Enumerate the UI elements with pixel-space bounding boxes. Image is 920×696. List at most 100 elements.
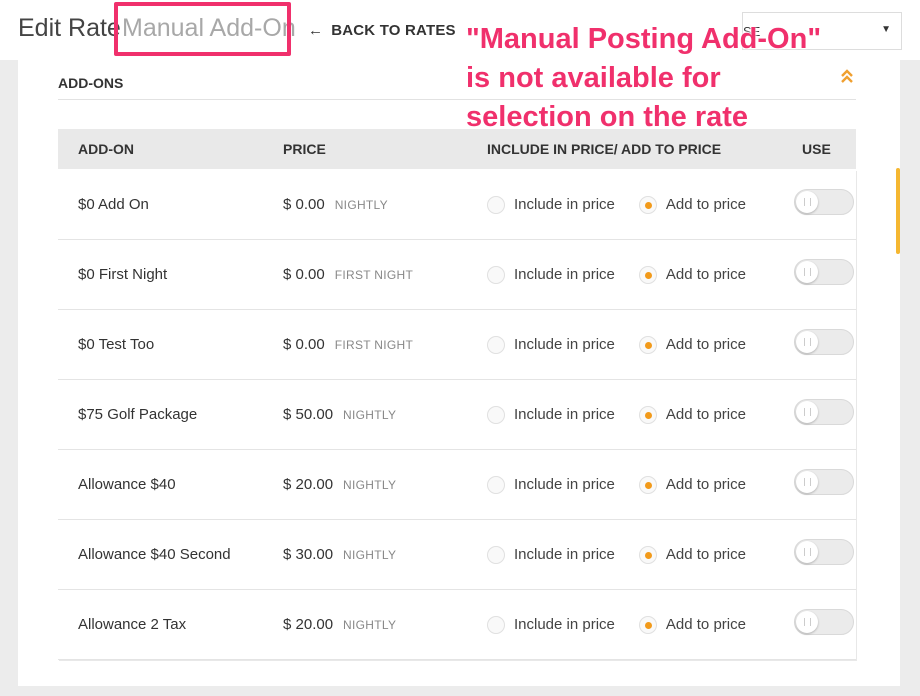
addon-name-text: $0 Add On (78, 196, 149, 213)
add-to-price-radio[interactable]: Add to price (638, 195, 746, 214)
price-value: $ 20.00 (283, 616, 334, 633)
include-in-price-radio[interactable]: Include in price (487, 335, 615, 354)
addons-card: ADD-ONS ADD-ON PRICE INCLUDE IN PRICE/ A… (18, 60, 900, 686)
use-toggle[interactable] (794, 399, 854, 425)
include-in-price-radio[interactable]: Include in price (487, 265, 615, 284)
add-to-price-radio[interactable]: Add to price (638, 265, 746, 284)
table-row: Allowance $40 Second $ 30.00 NIGHTLY Inc… (58, 520, 856, 590)
scrollbar-thumb[interactable] (896, 168, 900, 254)
price-mode-radios: Include in price Add to price (487, 450, 760, 519)
use-toggle[interactable] (794, 609, 854, 635)
price-value: $ 20.00 (283, 476, 334, 493)
include-in-price-radio[interactable]: Include in price (487, 615, 615, 634)
annotation-line: "Manual Posting Add-On" (466, 23, 822, 55)
radio-circle[interactable] (487, 475, 505, 494)
radio-circle[interactable] (638, 475, 657, 494)
addon-name-text: Allowance $40 Second (78, 546, 231, 563)
add-to-price-radio[interactable]: Add to price (638, 405, 746, 424)
addon-price: $ 0.00 FIRST NIGHT (283, 240, 413, 309)
addon-name-text: $0 First Night (78, 266, 168, 283)
price-frequency: FIRST NIGHT (334, 337, 414, 352)
radio-circle[interactable] (487, 335, 505, 354)
radio-circle[interactable] (638, 265, 657, 284)
col-include: INCLUDE IN PRICE/ ADD TO PRICE (487, 141, 722, 157)
use-toggle[interactable] (794, 189, 854, 215)
annotation-line: is not available for (466, 62, 721, 94)
back-to-rates-link[interactable]: ← BACK TO RATES (308, 22, 456, 39)
use-toggle[interactable] (794, 469, 854, 495)
include-in-price-radio[interactable]: Include in price (487, 475, 615, 494)
table-row: Allowance 2 Tax $ 20.00 NIGHTLY Include … (58, 590, 856, 660)
table-row: $0 First Night $ 0.00 FIRST NIGHT Includ… (58, 240, 856, 310)
radio-label: Add to price (665, 336, 746, 353)
price-mode-radios: Include in price Add to price (487, 380, 760, 449)
col-price: PRICE (283, 141, 326, 157)
use-toggle[interactable] (794, 539, 854, 565)
radio-circle[interactable] (487, 265, 505, 284)
col-addon: ADD-ON (78, 141, 134, 157)
price-mode-radios: Include in price Add to price (487, 240, 760, 309)
table-row: $75 Golf Package $ 50.00 NIGHTLY Include… (58, 380, 856, 450)
annotation-callout: "Manual Posting Add-On" is not available… (466, 20, 906, 137)
toggle-knob (796, 471, 818, 493)
radio-label: Add to price (665, 616, 746, 633)
radio-label: Include in price (514, 196, 615, 213)
radio-label: Add to price (665, 196, 746, 213)
radio-circle[interactable] (487, 195, 505, 214)
include-in-price-radio[interactable]: Include in price (487, 405, 615, 424)
addon-name: $0 Test Too (78, 310, 154, 379)
arrow-left-icon: ← (308, 22, 324, 39)
price-mode-radios: Include in price Add to price (487, 590, 760, 659)
table-row: $0 Test Too $ 0.00 FIRST NIGHT Include i… (58, 310, 856, 380)
page-title: Edit Rate (18, 14, 121, 42)
radio-circle[interactable] (638, 195, 657, 214)
radio-label: Include in price (514, 406, 615, 423)
addon-price: $ 20.00 NIGHTLY (283, 450, 396, 519)
radio-label: Include in price (514, 266, 615, 283)
radio-label: Add to price (665, 546, 746, 563)
price-mode-radios: Include in price Add to price (487, 520, 760, 589)
use-toggle[interactable] (794, 329, 854, 355)
addon-price: $ 20.00 NIGHTLY (283, 590, 396, 659)
back-label: BACK TO RATES (331, 22, 456, 39)
include-in-price-radio[interactable]: Include in price (487, 545, 615, 564)
radio-label: Add to price (665, 476, 746, 493)
radio-circle[interactable] (638, 335, 657, 354)
radio-circle[interactable] (638, 405, 657, 424)
add-to-price-radio[interactable]: Add to price (638, 335, 746, 354)
use-toggle[interactable] (794, 259, 854, 285)
radio-label: Add to price (665, 266, 746, 283)
price-frequency: NIGHTLY (334, 197, 388, 212)
col-use: USE (802, 141, 831, 157)
toggle-knob (796, 191, 818, 213)
price-value: $ 30.00 (283, 546, 334, 563)
toggle-knob (796, 331, 818, 353)
addon-name: $0 Add On (78, 170, 149, 239)
addon-price: $ 50.00 NIGHTLY (283, 380, 396, 449)
radio-circle[interactable] (487, 615, 505, 634)
radio-circle[interactable] (638, 545, 657, 564)
price-frequency: FIRST NIGHT (334, 267, 414, 282)
radio-label: Include in price (514, 546, 615, 563)
price-value: $ 0.00 (283, 266, 325, 283)
toggle-knob (796, 611, 818, 633)
radio-circle[interactable] (487, 405, 505, 424)
radio-label: Include in price (514, 336, 615, 353)
highlight-box (114, 2, 291, 56)
price-frequency: NIGHTLY (343, 407, 397, 422)
radio-circle[interactable] (487, 545, 505, 564)
toggle-knob (796, 401, 818, 423)
toggle-knob (796, 261, 818, 283)
radio-circle[interactable] (638, 615, 657, 634)
add-to-price-radio[interactable]: Add to price (638, 475, 746, 494)
price-frequency: NIGHTLY (343, 617, 397, 632)
add-to-price-radio[interactable]: Add to price (638, 615, 746, 634)
price-value: $ 0.00 (283, 336, 325, 353)
price-frequency: NIGHTLY (343, 477, 397, 492)
toggle-knob (796, 541, 818, 563)
table-row: Allowance $40 $ 20.00 NIGHTLY Include in… (58, 450, 856, 520)
price-mode-radios: Include in price Add to price (487, 310, 760, 379)
include-in-price-radio[interactable]: Include in price (487, 195, 615, 214)
add-to-price-radio[interactable]: Add to price (638, 545, 746, 564)
addon-name-text: $75 Golf Package (78, 406, 198, 423)
